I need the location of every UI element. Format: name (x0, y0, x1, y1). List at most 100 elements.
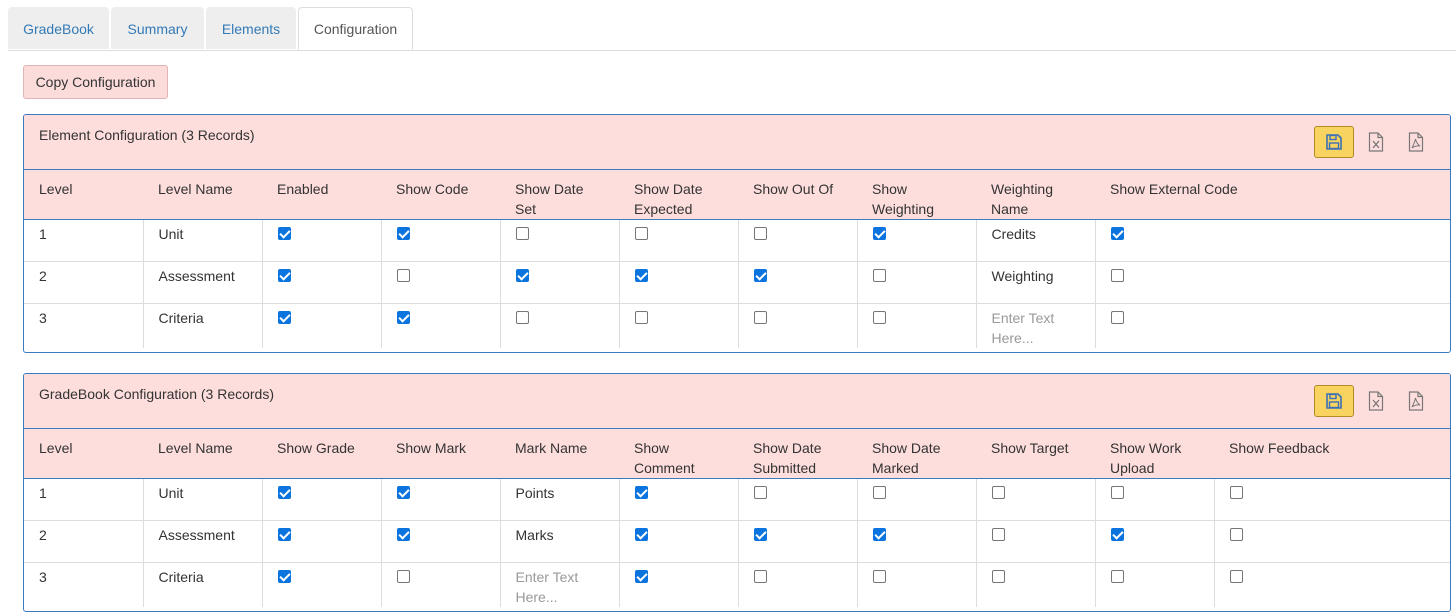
show-target-checkbox[interactable] (991, 528, 1005, 541)
show-weighting-checkbox[interactable] (872, 311, 886, 324)
weighting-name-field[interactable]: Credits (976, 219, 1096, 262)
header-show-out-of[interactable]: Show Out Of (738, 170, 857, 220)
show-target-checkbox[interactable] (991, 486, 1005, 499)
header-enabled[interactable]: Enabled (262, 170, 381, 220)
show-comment-cell (619, 562, 739, 607)
show-feedback-checkbox[interactable] (1229, 486, 1243, 499)
header-level-name[interactable]: Level Name (143, 170, 262, 220)
tab-summary[interactable]: Summary (111, 7, 204, 49)
show-code-cell (381, 219, 501, 262)
gradebook-excel-button[interactable] (1356, 385, 1396, 417)
tab-configuration[interactable]: Configuration (298, 7, 413, 50)
show-date-submitted-checkbox[interactable] (753, 486, 767, 499)
show-external-code-checkbox[interactable] (1110, 269, 1124, 282)
gradebook-pdf-button[interactable] (1396, 385, 1436, 417)
header-level[interactable]: Level (24, 429, 143, 479)
show-date-set-checkbox[interactable] (515, 311, 529, 324)
show-target-checkbox[interactable] (991, 570, 1005, 583)
header-weighting-name[interactable]: Weighting Name (976, 170, 1095, 220)
show-feedback-cell (1214, 562, 1450, 607)
table-row: 1 Unit Credits (24, 219, 1450, 262)
show-feedback-checkbox[interactable] (1229, 528, 1243, 541)
enabled-cell (262, 261, 382, 304)
show-date-expected-cell (619, 219, 739, 262)
mark-name-placeholder[interactable]: Enter Text Here... (500, 562, 620, 607)
show-work-upload-checkbox[interactable] (1110, 570, 1124, 583)
show-out-of-cell (738, 219, 858, 262)
show-date-marked-checkbox[interactable] (872, 528, 886, 541)
show-work-upload-checkbox[interactable] (1110, 486, 1124, 499)
show-code-checkbox[interactable] (396, 311, 410, 324)
show-mark-checkbox[interactable] (396, 486, 410, 499)
weighting-name-placeholder[interactable]: Enter Text Here... (976, 303, 1096, 348)
header-show-comment[interactable]: Show Comment (619, 429, 738, 479)
mark-name-field[interactable]: Points (500, 478, 620, 521)
header-show-weighting[interactable]: Show Weighting (857, 170, 976, 220)
level-name-cell: Assessment (143, 261, 263, 304)
show-date-set-cell (500, 219, 620, 262)
header-level-name[interactable]: Level Name (143, 429, 262, 479)
header-level[interactable]: Level (24, 170, 143, 220)
element-pdf-button[interactable] (1396, 126, 1436, 158)
show-date-set-checkbox[interactable] (515, 227, 529, 240)
show-external-code-checkbox[interactable] (1110, 311, 1124, 324)
show-external-code-checkbox[interactable] (1110, 227, 1124, 240)
show-date-submitted-checkbox[interactable] (753, 528, 767, 541)
header-show-date-submitted[interactable]: Show Date Submitted (738, 429, 857, 479)
header-show-date-expected[interactable]: Show Date Expected (619, 170, 738, 220)
show-mark-checkbox[interactable] (396, 570, 410, 583)
show-work-upload-checkbox[interactable] (1110, 528, 1124, 541)
show-external-code-cell (1095, 220, 1450, 262)
enabled-checkbox[interactable] (277, 311, 291, 324)
show-code-checkbox[interactable] (396, 269, 410, 282)
show-comment-checkbox[interactable] (634, 570, 648, 583)
element-save-button[interactable] (1314, 126, 1354, 158)
excel-icon (1368, 391, 1384, 411)
show-target-cell (976, 478, 1096, 521)
show-mark-checkbox[interactable] (396, 528, 410, 541)
header-show-feedback[interactable]: Show Feedback (1214, 429, 1450, 479)
gradebook-header-row: Level Level Name Show Grade Show Mark Ma… (24, 429, 1450, 479)
enabled-checkbox[interactable] (277, 269, 291, 282)
show-grade-checkbox[interactable] (277, 570, 291, 583)
element-excel-button[interactable] (1356, 126, 1396, 158)
header-show-mark[interactable]: Show Mark (381, 429, 500, 479)
show-weighting-checkbox[interactable] (872, 269, 886, 282)
header-show-target[interactable]: Show Target (976, 429, 1095, 479)
show-date-marked-checkbox[interactable] (872, 570, 886, 583)
show-weighting-checkbox[interactable] (872, 227, 886, 240)
show-out-of-checkbox[interactable] (753, 311, 767, 324)
show-comment-checkbox[interactable] (634, 486, 648, 499)
header-show-work-upload[interactable]: Show Work Upload (1095, 429, 1214, 479)
table-row: 2 Assessment Weighting (24, 261, 1450, 304)
header-show-external-code[interactable]: Show External Code (1095, 170, 1450, 220)
show-feedback-checkbox[interactable] (1229, 570, 1243, 583)
show-date-marked-cell (857, 520, 977, 563)
copy-configuration-button[interactable]: Copy Configuration (23, 65, 168, 99)
show-date-set-checkbox[interactable] (515, 269, 529, 282)
show-out-of-checkbox[interactable] (753, 227, 767, 240)
show-date-submitted-checkbox[interactable] (753, 570, 767, 583)
show-grade-checkbox[interactable] (277, 486, 291, 499)
element-panel-title: Element Configuration (3 Records) (39, 127, 255, 143)
show-date-expected-checkbox[interactable] (634, 269, 648, 282)
show-comment-checkbox[interactable] (634, 528, 648, 541)
show-out-of-checkbox[interactable] (753, 269, 767, 282)
tab-elements[interactable]: Elements (206, 7, 296, 49)
weighting-name-field[interactable]: Weighting (976, 261, 1096, 304)
header-mark-name[interactable]: Mark Name (500, 429, 619, 479)
show-code-checkbox[interactable] (396, 227, 410, 240)
show-date-marked-checkbox[interactable] (872, 486, 886, 499)
show-date-expected-checkbox[interactable] (634, 227, 648, 240)
gradebook-save-button[interactable] (1314, 385, 1354, 417)
show-grade-checkbox[interactable] (277, 528, 291, 541)
header-show-date-set[interactable]: Show Date Set (500, 170, 619, 220)
show-date-expected-checkbox[interactable] (634, 311, 648, 324)
gradebook-panel-heading: GradeBook Configuration (3 Records) (24, 374, 1450, 429)
enabled-checkbox[interactable] (277, 227, 291, 240)
header-show-code[interactable]: Show Code (381, 170, 500, 220)
mark-name-field[interactable]: Marks (500, 520, 620, 563)
header-show-date-marked[interactable]: Show Date Marked (857, 429, 976, 479)
header-show-grade[interactable]: Show Grade (262, 429, 381, 479)
tab-gradebook[interactable]: GradeBook (8, 7, 109, 49)
